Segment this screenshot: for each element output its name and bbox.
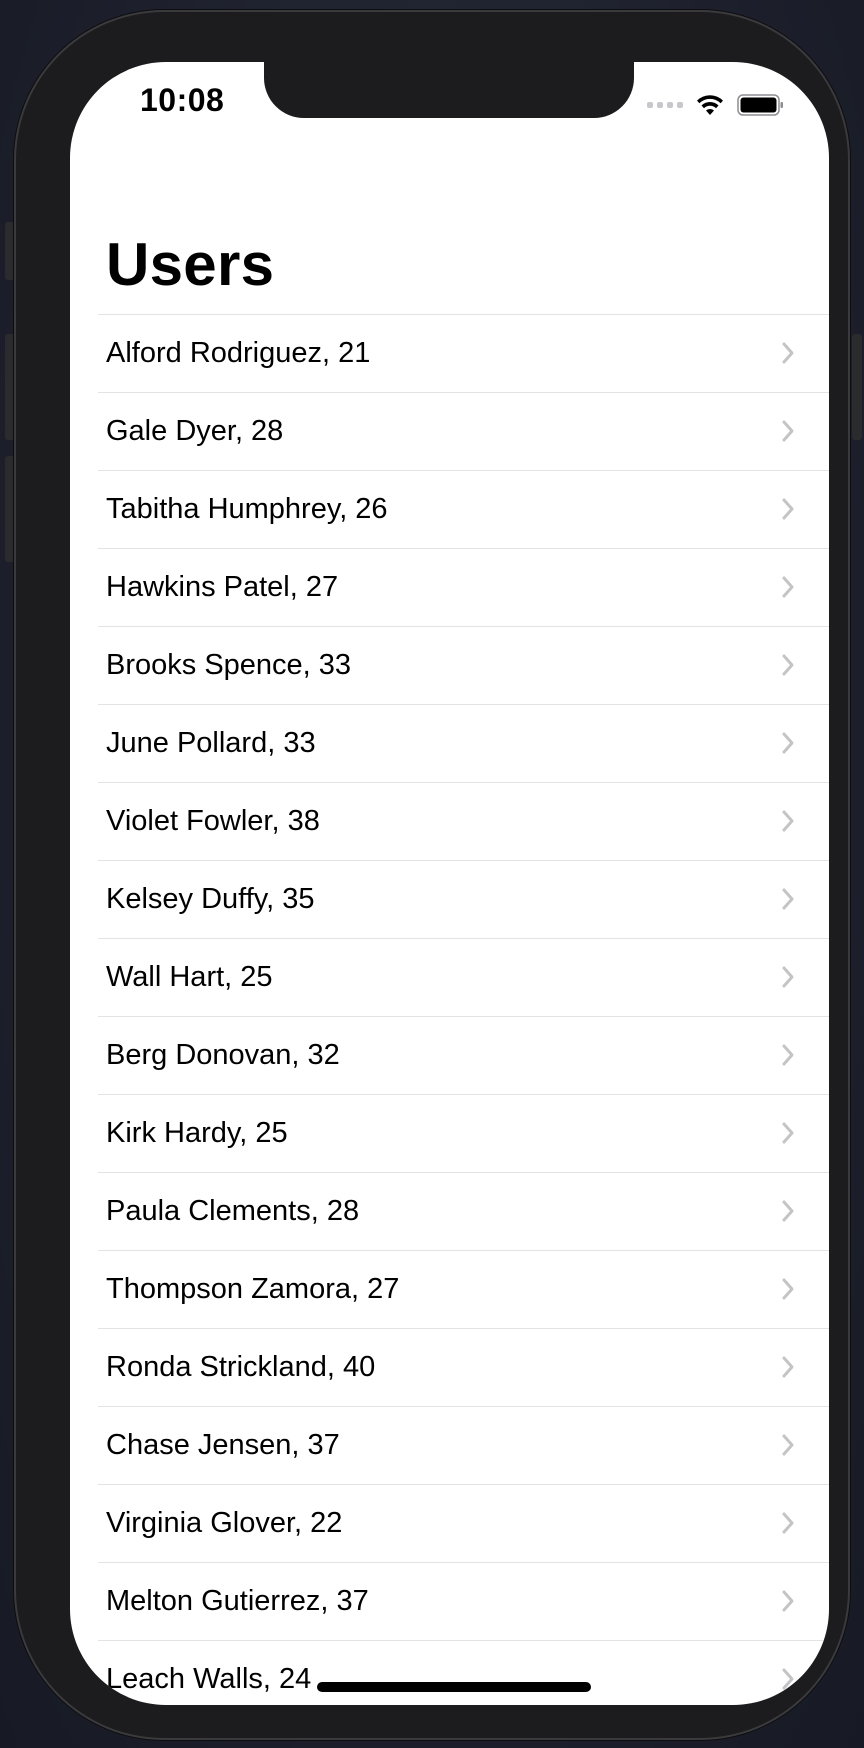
user-name-age-label: Wall Hart, 25 [106, 961, 273, 993]
list-item[interactable]: Tabitha Humphrey, 26 [98, 470, 829, 548]
list-item[interactable]: Leach Walls, 24 [98, 1640, 829, 1705]
user-name-age-label: Kelsey Duffy, 35 [106, 883, 315, 915]
chevron-right-icon [782, 1200, 794, 1222]
list-item[interactable]: Violet Fowler, 38 [98, 782, 829, 860]
user-name-age-label: Leach Walls, 24 [106, 1663, 312, 1695]
wifi-icon [697, 95, 723, 115]
user-name-age-label: Tabitha Humphrey, 26 [106, 493, 388, 525]
chevron-right-icon [782, 1278, 794, 1300]
list-item[interactable]: Gale Dyer, 28 [98, 392, 829, 470]
user-name-age-label: Violet Fowler, 38 [106, 805, 320, 837]
chevron-right-icon [782, 1590, 794, 1612]
chevron-right-icon [782, 342, 794, 364]
phone-screen: 10:08 Users Alford Rodriguez, 21 Gale Dye… [70, 62, 829, 1705]
chevron-right-icon [782, 576, 794, 598]
list-item[interactable]: Alford Rodriguez, 21 [98, 314, 829, 392]
user-name-age-label: Chase Jensen, 37 [106, 1429, 340, 1461]
chevron-right-icon [782, 420, 794, 442]
user-name-age-label: Ronda Strickland, 40 [106, 1351, 376, 1383]
chevron-right-icon [782, 1044, 794, 1066]
user-name-age-label: Paula Clements, 28 [106, 1195, 360, 1227]
chevron-right-icon [782, 1512, 794, 1534]
chevron-right-icon [782, 1356, 794, 1378]
list-item[interactable]: Ronda Strickland, 40 [98, 1328, 829, 1406]
list-item[interactable]: Berg Donovan, 32 [98, 1016, 829, 1094]
status-time: 10:08 [140, 82, 225, 118]
list-item[interactable]: Virginia Glover, 22 [98, 1484, 829, 1562]
user-name-age-label: Berg Donovan, 32 [106, 1039, 340, 1071]
user-name-age-label: Hawkins Patel, 27 [106, 571, 339, 603]
user-name-age-label: Virginia Glover, 22 [106, 1507, 343, 1539]
users-list[interactable]: Alford Rodriguez, 21 Gale Dyer, 28 Tabitha… [98, 314, 829, 1705]
chevron-right-icon [782, 498, 794, 520]
user-name-age-label: Melton Gutierrez, 37 [106, 1585, 369, 1617]
chevron-right-icon [782, 654, 794, 676]
user-name-age-label: Alford Rodriguez, 21 [106, 337, 371, 369]
list-item[interactable]: June Pollard, 33 [98, 704, 829, 782]
power-button [852, 334, 862, 440]
list-item[interactable]: Brooks Spence, 33 [98, 626, 829, 704]
cellular-signal-icon [647, 102, 683, 108]
list-item[interactable]: Thompson Zamora, 27 [98, 1250, 829, 1328]
status-indicators [647, 90, 785, 120]
home-indicator[interactable] [317, 1682, 591, 1692]
chevron-right-icon [782, 966, 794, 988]
user-name-age-label: Brooks Spence, 33 [106, 649, 352, 681]
user-name-age-label: Kirk Hardy, 25 [106, 1117, 288, 1149]
user-name-age-label: Gale Dyer, 28 [106, 415, 284, 447]
list-item[interactable]: Paula Clements, 28 [98, 1172, 829, 1250]
page-title: Users [106, 231, 275, 298]
battery-icon [737, 94, 783, 116]
chevron-right-icon [782, 1122, 794, 1144]
list-item[interactable]: Melton Gutierrez, 37 [98, 1562, 829, 1640]
list-item[interactable]: Chase Jensen, 37 [98, 1406, 829, 1484]
chevron-right-icon [782, 1434, 794, 1456]
list-item[interactable]: Wall Hart, 25 [98, 938, 829, 1016]
chevron-right-icon [782, 732, 794, 754]
list-item[interactable]: Hawkins Patel, 27 [98, 548, 829, 626]
chevron-right-icon [782, 810, 794, 832]
user-name-age-label: June Pollard, 33 [106, 727, 316, 759]
camera-notch [264, 62, 634, 118]
chevron-right-icon [782, 888, 794, 910]
user-name-age-label: Thompson Zamora, 27 [106, 1273, 400, 1305]
list-item[interactable]: Kirk Hardy, 25 [98, 1094, 829, 1172]
list-item[interactable]: Kelsey Duffy, 35 [98, 860, 829, 938]
phone-frame: 10:08 Users Alford Rodriguez, 21 Gale Dye… [14, 10, 850, 1740]
chevron-right-icon [782, 1668, 794, 1690]
